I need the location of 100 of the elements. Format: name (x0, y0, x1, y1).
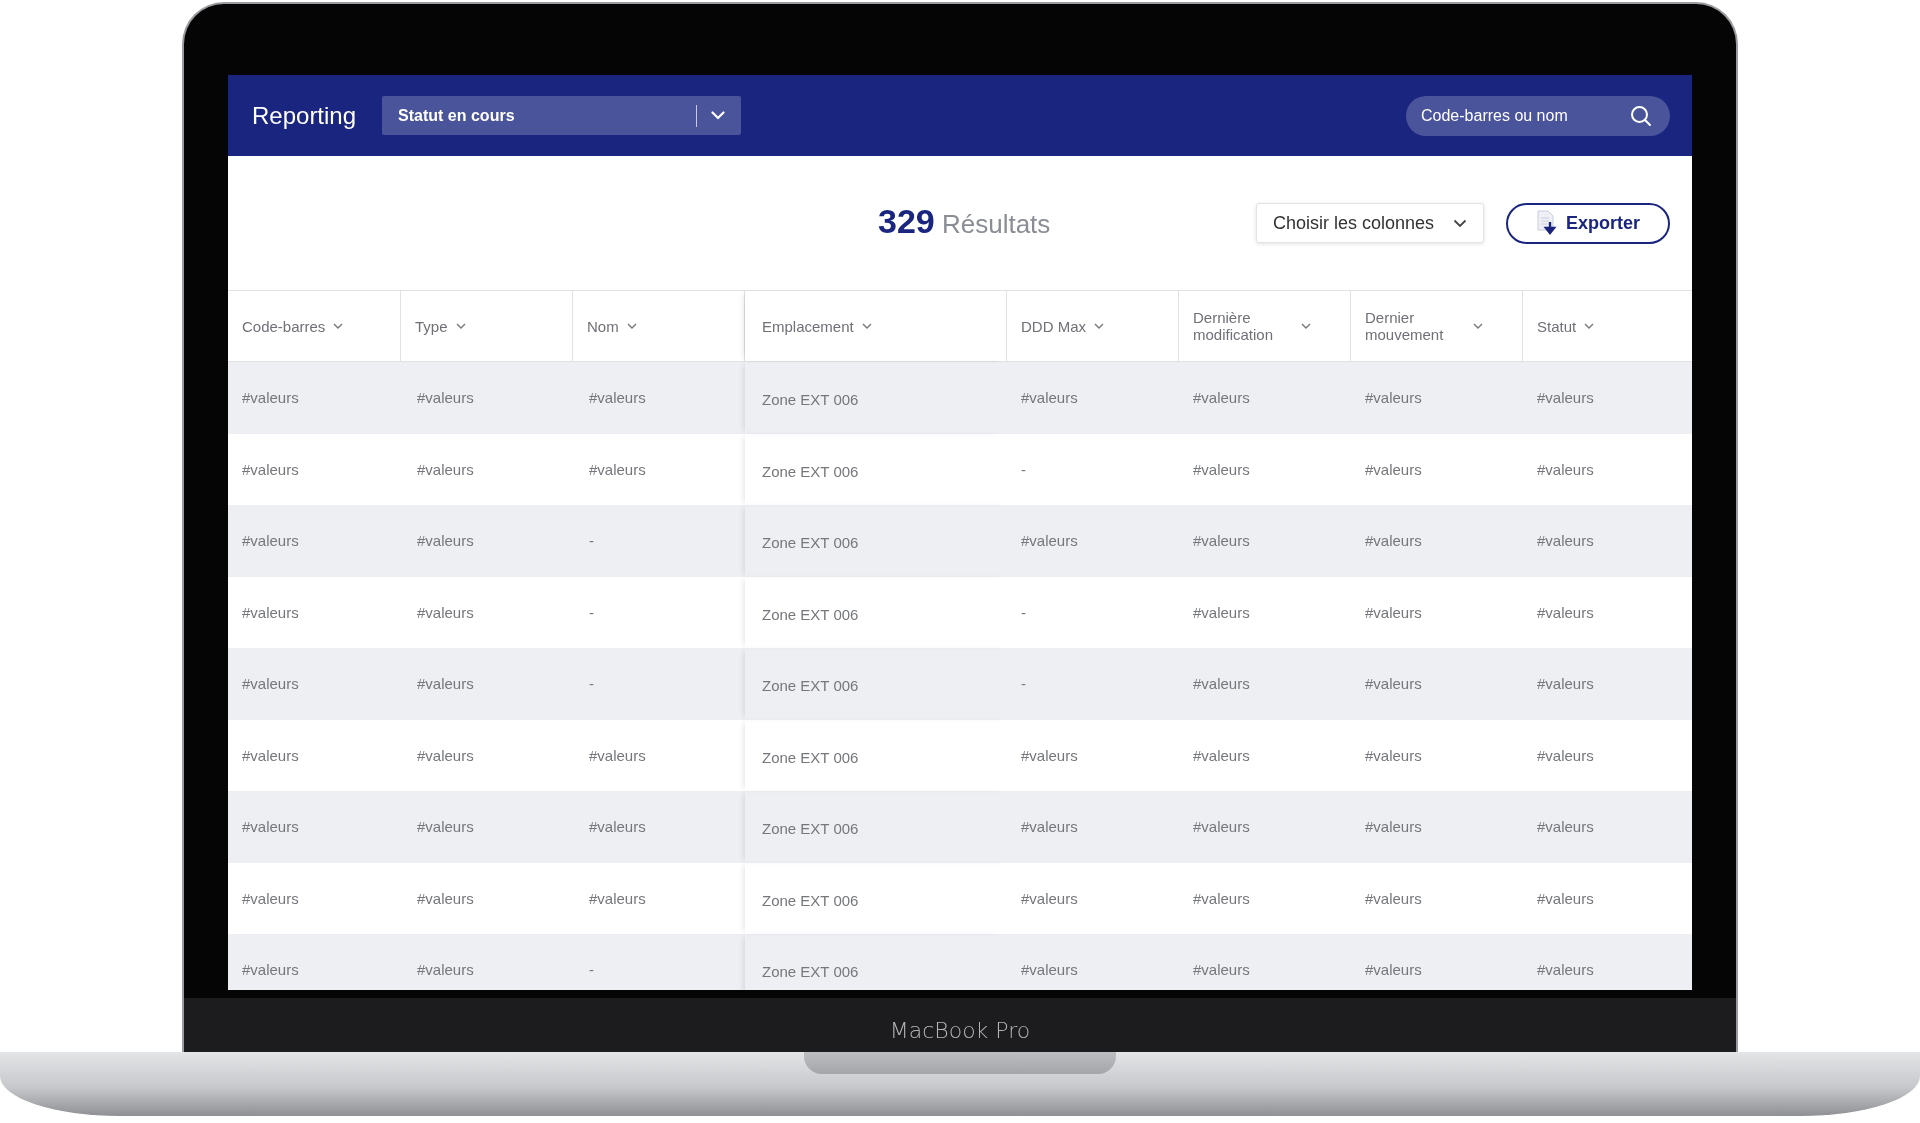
table-cell: #valeurs (242, 746, 299, 764)
table-cell: #valeurs (1021, 746, 1078, 764)
table-cell: #valeurs (242, 460, 299, 478)
table-cell: #valeurs (1193, 675, 1250, 693)
table-row[interactable]: #valeurs #valeurs - Zone EXT 006 - #valeurs #valeurs #valeurs (228, 648, 1692, 720)
search-field[interactable]: Code-barres ou nom (1406, 95, 1670, 136)
table-row[interactable]: #valeurs #valeurs #valeurs Zone EXT 006 #valeurs #valeurs #valeurs #valeurs (228, 719, 1692, 791)
chevron-down-icon (1473, 322, 1483, 330)
document-download-icon (1536, 210, 1558, 236)
table-cell: #valeurs (589, 889, 646, 907)
table-cell: - (1021, 675, 1026, 693)
table-cell-text: Zone EXT 006 (762, 890, 859, 909)
column-header[interactable]: Type (401, 291, 573, 361)
table-row[interactable]: #valeurs #valeurs #valeurs Zone EXT 006 #valeurs #valeurs #valeurs #valeurs (228, 791, 1692, 863)
table-cell-text: Zone EXT 006 (762, 747, 859, 766)
table-row[interactable]: #valeurs #valeurs - Zone EXT 006 #valeurs #valeurs #valeurs #valeurs (228, 505, 1692, 577)
search-icon (1630, 104, 1652, 127)
table-cell: #valeurs (589, 818, 646, 836)
results-count: 329 Résultats (878, 202, 1051, 241)
table-cell: #valeurs (417, 460, 474, 478)
table-cell: #valeurs (1365, 603, 1422, 621)
column-header[interactable]: Code-barres (228, 291, 401, 361)
table-cell-text: Zone EXT 006 (762, 962, 859, 981)
chevron-down-icon (1453, 218, 1467, 228)
table-cell: #valeurs (417, 675, 474, 693)
table-cell: #valeurs (417, 889, 474, 907)
table-cell: #valeurs (1537, 603, 1594, 621)
table-cell: #valeurs (1537, 746, 1594, 764)
column-header[interactable]: Nom (573, 291, 745, 361)
table-cell: #valeurs (417, 818, 474, 836)
table-cell-text: Zone EXT 006 (762, 533, 859, 552)
table-cell: #valeurs (1365, 460, 1422, 478)
chevron-down-icon (1094, 322, 1104, 330)
table-cell: #valeurs (417, 746, 474, 764)
table-cell: #valeurs (1365, 818, 1422, 836)
table-cell-text: Zone EXT 006 (762, 819, 859, 838)
table-cell: - (1021, 603, 1026, 621)
chevron-down-icon (333, 322, 344, 330)
table-cell: #valeurs (1365, 532, 1422, 550)
table-cell: #valeurs (1537, 889, 1594, 907)
table-cell-text: Zone EXT 006 (762, 390, 859, 409)
table-cell: #valeurs (589, 460, 646, 478)
table-cell-text: Zone EXT 006 (762, 604, 859, 623)
table-cell: #valeurs (242, 389, 299, 407)
table-cell: #valeurs (242, 603, 299, 621)
table-cell: - (589, 532, 594, 550)
table-cell: #valeurs (417, 961, 474, 979)
table-cell: - (589, 961, 594, 979)
table-cell: #valeurs (1021, 818, 1078, 836)
table-row[interactable]: #valeurs #valeurs - Zone EXT 006 #valeurs #valeurs #valeurs #valeurs (228, 934, 1692, 990)
table-cell: - (589, 603, 594, 621)
column-header[interactable]: Dernière modification (1179, 291, 1351, 361)
table-cell: #valeurs (242, 675, 299, 693)
chevron-down-icon (455, 322, 466, 330)
table-cell: #valeurs (1537, 532, 1594, 550)
table-cell: #valeurs (242, 532, 299, 550)
chevron-down-icon (1584, 322, 1595, 330)
table-cell: #valeurs (1537, 460, 1594, 478)
chevron-down-icon (861, 322, 872, 330)
table-row[interactable]: #valeurs #valeurs #valeurs Zone EXT 006 - #valeurs #valeurs #valeurs (228, 433, 1692, 505)
table-cell: #valeurs (1365, 889, 1422, 907)
table-cell: #valeurs (1537, 818, 1594, 836)
chevron-down-icon (711, 111, 726, 120)
export-button[interactable]: Exporter (1506, 202, 1670, 244)
table-cell: #valeurs (1537, 389, 1594, 407)
table-row[interactable]: #valeurs #valeurs #valeurs Zone EXT 006 #valeurs #valeurs #valeurs #valeurs (228, 862, 1692, 934)
table-cell: #valeurs (417, 603, 474, 621)
status-dropdown[interactable]: Statut en cours (382, 96, 742, 135)
table-cell: - (1021, 460, 1026, 478)
choose-columns-button[interactable]: Choisir les colonnes (1256, 203, 1484, 243)
table-cell: #valeurs (1193, 389, 1250, 407)
page-title: Reporting (252, 101, 357, 130)
table-cell: #valeurs (589, 389, 646, 407)
table-cell: #valeurs (1193, 961, 1250, 979)
table-cell: #valeurs (242, 961, 299, 979)
table-cell: #valeurs (1365, 961, 1422, 979)
table-cell: #valeurs (1537, 961, 1594, 979)
table-cell: #valeurs (1021, 532, 1078, 550)
table-cell: #valeurs (1193, 532, 1250, 550)
table-cell: #valeurs (1365, 746, 1422, 764)
table-cell: #valeurs (1193, 603, 1250, 621)
table-cell: #valeurs (1021, 389, 1078, 407)
chevron-down-icon (1301, 322, 1311, 330)
table-row[interactable]: #valeurs #valeurs #valeurs Zone EXT 006 #valeurs #valeurs #valeurs #valeurs (228, 362, 1692, 434)
table-cell-text: Zone EXT 006 (762, 461, 859, 480)
table-cell: #valeurs (589, 746, 646, 764)
table-cell: #valeurs (1021, 889, 1078, 907)
column-header[interactable]: Dernier mouvement (1351, 291, 1523, 361)
column-header[interactable]: Emplacement (745, 291, 1007, 361)
table-row[interactable]: #valeurs #valeurs - Zone EXT 006 - #valeurs #valeurs #valeurs (228, 576, 1692, 648)
device-label: MacBook Pro (889, 1016, 1031, 1043)
table-cell: #valeurs (1193, 818, 1250, 836)
table-cell: #valeurs (1365, 389, 1422, 407)
table-cell: #valeurs (242, 889, 299, 907)
table-cell: #valeurs (417, 389, 474, 407)
table-cell: #valeurs (1193, 460, 1250, 478)
column-header[interactable]: Statut (1523, 291, 1692, 361)
column-header[interactable]: DDD Max (1007, 291, 1179, 361)
table-cell: #valeurs (1365, 675, 1422, 693)
table-cell: #valeurs (1537, 675, 1594, 693)
